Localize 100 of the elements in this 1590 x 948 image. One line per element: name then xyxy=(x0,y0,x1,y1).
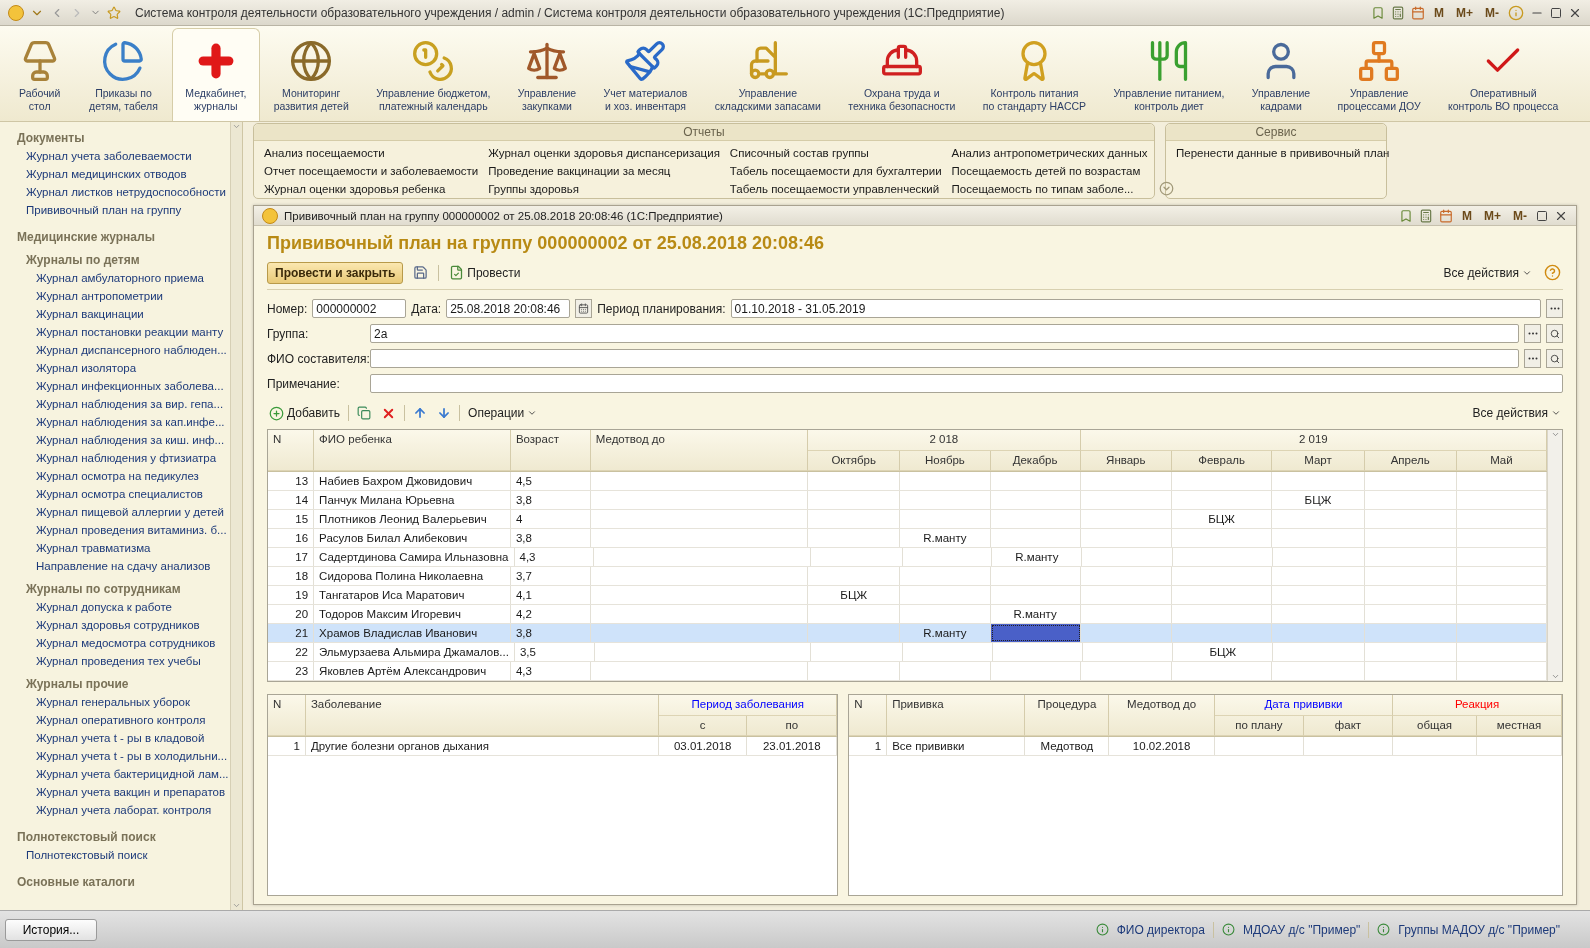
report-link[interactable]: Журнал оценки здоровья диспансеризация xyxy=(488,144,720,162)
select-button[interactable] xyxy=(1546,299,1563,318)
current-cell[interactable] xyxy=(990,624,1081,642)
report-link[interactable]: Анализ антропометрических данных xyxy=(951,144,1148,162)
table-row[interactable]: 15 Плотников Леонид Валерьевич 4 БЦЖ xyxy=(268,510,1547,529)
sidebar-link[interactable]: Журнал наблюдения за вир. гепа... xyxy=(17,395,230,413)
section-button[interactable]: Управление складскими запасами xyxy=(701,28,835,121)
bookmark-icon[interactable] xyxy=(1371,5,1385,20)
scrollbar[interactable] xyxy=(1547,430,1562,681)
section-button[interactable]: Рабочий стол xyxy=(4,28,76,121)
sidebar-link[interactable]: Журнал осмотра специалистов xyxy=(17,485,230,503)
table-row[interactable]: 21 Храмов Владислав Иванович 3,8 R.манту xyxy=(268,624,1547,643)
sidebar-link[interactable]: Журнал наблюдения за киш. инф... xyxy=(17,431,230,449)
sidebar-link[interactable]: Журнал медосмотра сотрудников xyxy=(17,634,230,652)
scrollbar[interactable] xyxy=(230,122,242,910)
sidebar-link[interactable]: Журнал антропометрии xyxy=(17,287,230,305)
service-link[interactable]: Перенести данные в прививочный план xyxy=(1176,144,1390,162)
section-button[interactable]: Учет материалов и хоз. инвентаря xyxy=(589,28,702,121)
sidebar-link[interactable]: Журнал осмотра на педикулез xyxy=(17,467,230,485)
sidebar-link[interactable]: Журнал проведения витаминиз. б... xyxy=(17,521,230,539)
vaccination-cell[interactable]: БЦЖ xyxy=(1272,491,1365,509)
table-row[interactable]: 16 Расулов Билал Алибекович 3,8 R.манту xyxy=(268,529,1547,548)
calendar-icon[interactable] xyxy=(1439,208,1453,223)
post-button[interactable]: Провести xyxy=(447,265,523,280)
report-link[interactable]: Журнал оценки здоровья ребенка xyxy=(264,180,479,198)
sidebar-link[interactable]: Журнал учета t - ры в холодильни... xyxy=(17,747,230,765)
calendar-button[interactable] xyxy=(575,299,593,318)
calendar-icon[interactable] xyxy=(1411,5,1425,20)
sidebar-link[interactable]: Полнотекстовый поиск xyxy=(17,846,230,864)
report-link[interactable]: Табель посещаемости управленческий xyxy=(729,180,942,198)
table-row[interactable]: 22 Эльмурзаева Альмира Джамалов... 3,5 БЦЖ xyxy=(268,643,1547,662)
star-icon[interactable] xyxy=(107,5,121,20)
maximize-icon[interactable] xyxy=(1536,209,1548,222)
sidebar-link[interactable]: Журнал учета бактерицидной лам... xyxy=(17,765,230,783)
report-link[interactable]: Посещаемость по типам заболе... xyxy=(951,180,1148,198)
status-link[interactable]: ФИО директора xyxy=(1116,922,1205,937)
section-button[interactable]: Управление питанием, контроль диет xyxy=(1099,28,1239,121)
calculator-icon[interactable] xyxy=(1391,5,1405,20)
search-button[interactable] xyxy=(1546,324,1563,343)
table-row[interactable]: 18 Сидорова Полина Николаевна 3,7 xyxy=(268,567,1547,586)
sidebar-link[interactable]: Журнал медицинских отводов xyxy=(17,165,230,183)
help-button[interactable] xyxy=(1542,262,1563,283)
memory-button[interactable]: M xyxy=(1459,208,1475,223)
report-link[interactable]: Отчет посещаемости и заболеваемости xyxy=(264,162,479,180)
table-row[interactable]: 19 Тангатаров Иса Маратович 4,1 БЦЖ xyxy=(268,586,1547,605)
status-link[interactable]: Группы МАДОУ д/с "Пример" xyxy=(1398,922,1560,937)
operations-button[interactable]: Операции xyxy=(466,406,540,420)
sidebar-link[interactable]: Журнал учета заболеваемости xyxy=(17,147,230,165)
section-button[interactable]: Мониторинг развития детей xyxy=(260,28,363,121)
sidebar-link[interactable]: Журнал учета t - ры в кладовой xyxy=(17,729,230,747)
select-button[interactable] xyxy=(1524,324,1541,343)
add-button[interactable]: Добавить xyxy=(267,405,343,421)
section-button[interactable]: Приказы по детям, табеля xyxy=(75,28,172,121)
vaccination-cell[interactable]: R.манту xyxy=(990,605,1081,623)
report-link[interactable]: Проведение вакцинации за месяц xyxy=(488,162,720,180)
report-link[interactable]: Группы здоровья xyxy=(488,180,720,198)
sidebar-link[interactable]: Журнал травматизма xyxy=(17,539,230,557)
vaccination-cell[interactable]: БЦЖ xyxy=(1171,510,1273,528)
post-and-close-button[interactable]: Провести и закрыть xyxy=(267,261,404,284)
section-button[interactable]: Управление процессами ДОУ xyxy=(1323,28,1435,121)
sidebar-link[interactable]: Прививочный план на группу xyxy=(17,201,230,219)
sidebar-link[interactable]: Журнал оперативного контроля xyxy=(17,711,230,729)
group-field[interactable]: 2а xyxy=(370,324,1519,343)
table-row[interactable]: 13 Набиев Бахром Джовидович 4,5 xyxy=(268,472,1547,491)
sidebar-link[interactable]: Журнал здоровья сотрудников xyxy=(17,616,230,634)
report-link[interactable]: Посещаемость детей по возрастам xyxy=(951,162,1148,180)
section-button[interactable]: Управление закупками xyxy=(504,28,590,121)
sidebar-link[interactable]: Журнал наблюдения у фтизиатра xyxy=(17,449,230,467)
section-button[interactable]: Управление бюджетом, платежный календарь xyxy=(362,28,505,121)
section-button[interactable]: Управление кадрами xyxy=(1238,28,1324,121)
number-field[interactable]: 000000002 xyxy=(312,299,407,318)
sidebar-link[interactable]: Журнал учета лаборат. контроля xyxy=(17,801,230,819)
sidebar-link[interactable]: Журнал допуска к работе xyxy=(17,598,230,616)
date-field[interactable]: 25.08.2018 20:08:46 xyxy=(446,299,571,318)
report-link[interactable]: Анализ посещаемости xyxy=(264,144,479,162)
table-row[interactable]: 14 Панчук Милана Юрьевна 3,8 БЦЖ xyxy=(268,491,1547,510)
all-actions-button[interactable]: Все действия xyxy=(1441,265,1534,280)
memory-button[interactable]: M+ xyxy=(1481,208,1504,223)
info-icon[interactable] xyxy=(1508,4,1524,21)
status-link[interactable]: МДОАУ д/с "Пример" xyxy=(1242,922,1361,937)
maximize-icon[interactable] xyxy=(1550,6,1562,19)
section-button[interactable]: Контроль питания по стандарту НАССР xyxy=(969,28,1100,121)
sidebar-link[interactable]: Журнал пищевой аллергии у детей xyxy=(17,503,230,521)
sidebar-link[interactable]: Журнал инфекционных заболева... xyxy=(17,377,230,395)
select-button[interactable] xyxy=(1524,349,1541,368)
author-field[interactable] xyxy=(370,349,1519,368)
vaccination-cell[interactable]: R.манту xyxy=(992,548,1083,566)
sidebar-link[interactable]: Журнал диспансерного наблюден... xyxy=(17,341,230,359)
memory-button[interactable]: M xyxy=(1431,5,1447,20)
table-row[interactable]: 17 Садертдинова Самира Ильназовна 4,3 R.манту xyxy=(268,548,1547,567)
report-link[interactable]: Списочный состав группы xyxy=(729,144,942,162)
vaccination-cell[interactable]: БЦЖ xyxy=(1173,643,1274,661)
section-button[interactable]: Охрана труда и техника безопасности xyxy=(834,28,970,121)
section-button[interactable]: Оперативный контроль ВО процесса xyxy=(1434,28,1573,121)
memory-button[interactable]: M- xyxy=(1482,5,1502,20)
sidebar-link[interactable]: Журнал изолятора xyxy=(17,359,230,377)
sidebar-link[interactable]: Журнал учета вакцин и препаратов xyxy=(17,783,230,801)
vaccination-cell[interactable]: R.манту xyxy=(900,624,991,642)
period-field[interactable]: 01.10.2018 - 31.05.2019 xyxy=(730,299,1541,318)
sidebar-link[interactable]: Журнал проведения тех учебы xyxy=(17,652,230,670)
